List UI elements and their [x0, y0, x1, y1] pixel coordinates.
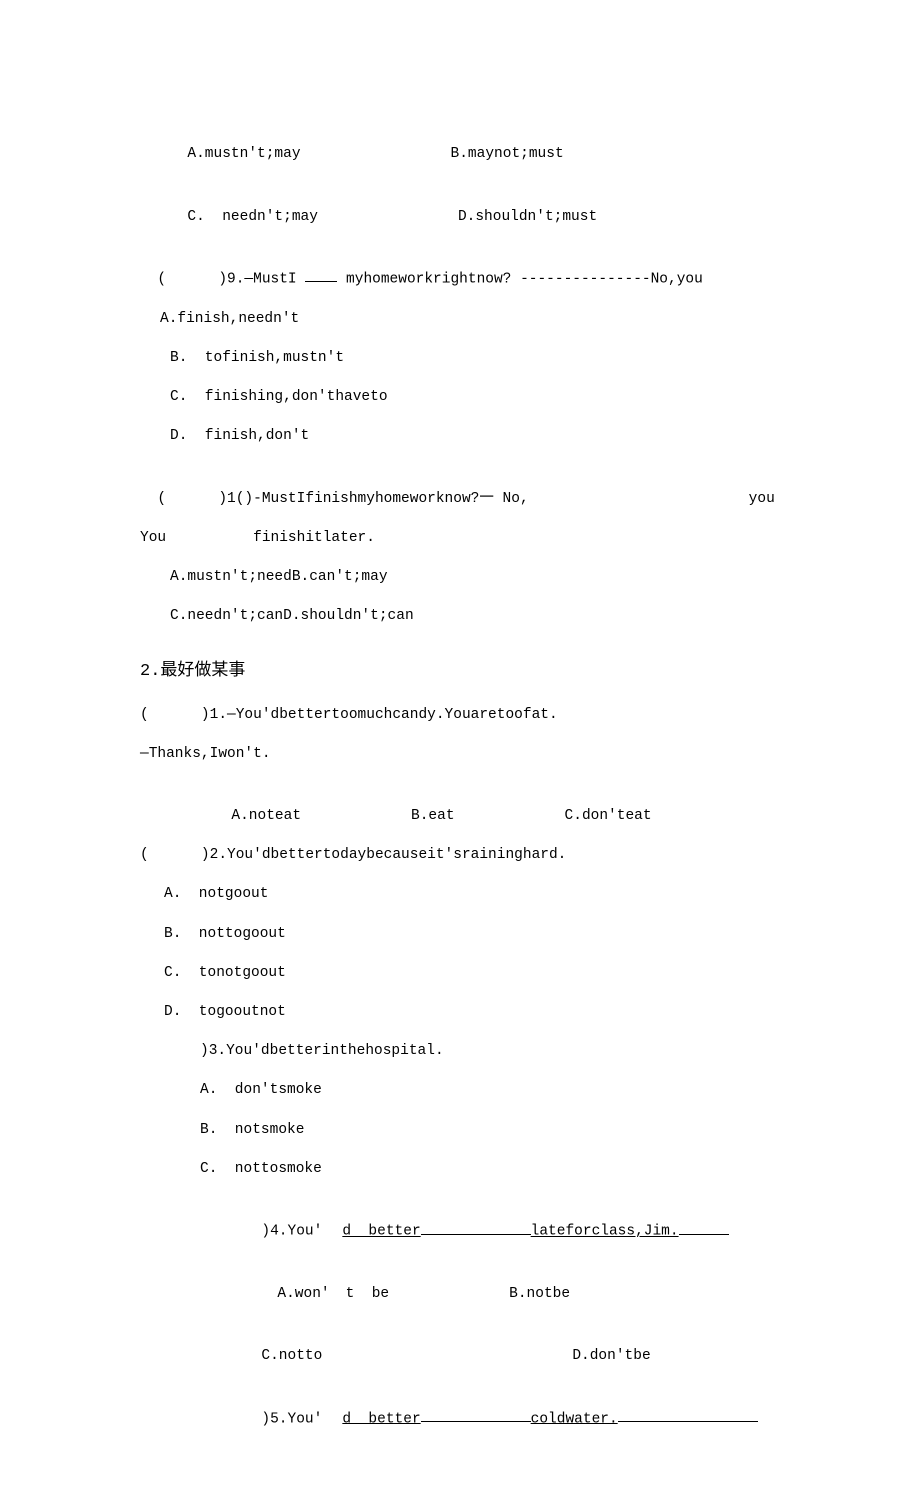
q10-ab: A.mustn't;needB.can't;may: [140, 566, 780, 589]
q9-stem-post: myhomeworkrightnow? ---------------No,yo…: [346, 271, 703, 287]
q9-opt-d: D. finish,don't: [140, 425, 780, 448]
s2q2-opt-b: B. nottogoout: [140, 923, 780, 946]
blank-icon: [305, 268, 337, 283]
s2q1-opt-b: B.eat: [411, 808, 455, 824]
s2q4-stem-post: lateforclass,Jim.: [531, 1224, 679, 1240]
s2q5-stem: )5.You' d better coldwater.: [140, 1385, 780, 1432]
blank-icon: [679, 1220, 729, 1235]
q10-line1-pre: ( )1()-MustIfinishmyhomeworknow?一 No,: [157, 491, 528, 507]
s2q3-opt-c: C. nottosmoke: [140, 1158, 780, 1181]
blank-icon: [421, 1408, 531, 1423]
q9-stem: ( )9.—MustI myhomeworkrightnow? --------…: [140, 245, 780, 292]
s2q3-stem: )3.You'dbetterinthehospital.: [140, 1040, 780, 1063]
s2q4-opt-d: D.don'tbe: [572, 1348, 650, 1364]
s2q1-line2: —Thanks,Iwon't.: [140, 743, 780, 766]
blank-icon: [421, 1220, 531, 1235]
q10-cd: C.needn't;canD.shouldn't;can: [140, 605, 780, 628]
q9-opt-c: C. finishing,don'thaveto: [140, 386, 780, 409]
s2q4-opt-a-post: t be: [346, 1286, 390, 1302]
s2q5-stem-pre: )5.You': [261, 1411, 322, 1427]
s2q1-opts: A.noteat B.eat C.don'teat: [140, 782, 780, 828]
q10-line2: You finishitlater.: [140, 527, 780, 550]
s2q1-opt-c: C.don'teat: [565, 808, 652, 824]
q10-line1: ( )1()-MustIfinishmyhomeworknow?一 No, you: [140, 464, 780, 510]
s2q4-opts-ab: A.won' t be B.notbe: [140, 1260, 780, 1306]
s2q4-opts-cd: C.notto D.don'tbe: [140, 1322, 780, 1368]
s2q2-opt-a: A. notgoout: [140, 883, 780, 906]
s2q4-stem-mid: d better: [342, 1224, 420, 1240]
s2q4-opt-b: B.notbe: [509, 1286, 570, 1302]
s2q4-opt-a-pre: A.won': [277, 1286, 329, 1302]
q9-opt-a: A.finish,needn't: [140, 308, 780, 331]
q8-opt-a: A.mustn't;may: [187, 146, 300, 162]
s2q4-stem-pre: )4.You': [261, 1224, 322, 1240]
s2q2-opt-d: D. togooutnot: [140, 1001, 780, 1024]
s2q1-opt-a: A.noteat: [231, 808, 301, 824]
s2q4-opt-c: C.notto: [261, 1348, 322, 1364]
q9-stem-pre: ( )9.—MustI: [157, 271, 305, 287]
s2q1-stem: ( )1.—You'dbettertoomuchcandy.Youaretoof…: [140, 704, 780, 727]
q10-line1-post: you: [749, 491, 775, 507]
s2q3-opt-b: B. notsmoke: [140, 1119, 780, 1142]
blank-icon: [618, 1408, 758, 1423]
q9-opt-b: B. tofinish,mustn't: [140, 347, 780, 370]
s2q2-opt-c: C. tonotgoout: [140, 962, 780, 985]
q8-opt-b: B.maynot;must: [451, 146, 564, 162]
section2-title: 2.最好做某事: [140, 658, 780, 685]
q8-opts-cd: C. needn't;may D.shouldn't;must: [140, 182, 780, 228]
s2q5-stem-post: coldwater.: [531, 1411, 618, 1427]
q8-opt-d: D.shouldn't;must: [458, 209, 597, 225]
s2q3-opt-a: A. don'tsmoke: [140, 1079, 780, 1102]
s2q4-stem: )4.You' d better lateforclass,Jim.: [140, 1197, 780, 1244]
s2q5-stem-mid: d better: [342, 1411, 420, 1427]
q8-opts-ab: A.mustn't;may B.maynot;must: [140, 120, 780, 166]
s2q2-stem: ( )2.You'dbettertodaybecauseit'srainingh…: [140, 844, 780, 867]
q8-opt-c: C. needn't;may: [187, 209, 318, 225]
